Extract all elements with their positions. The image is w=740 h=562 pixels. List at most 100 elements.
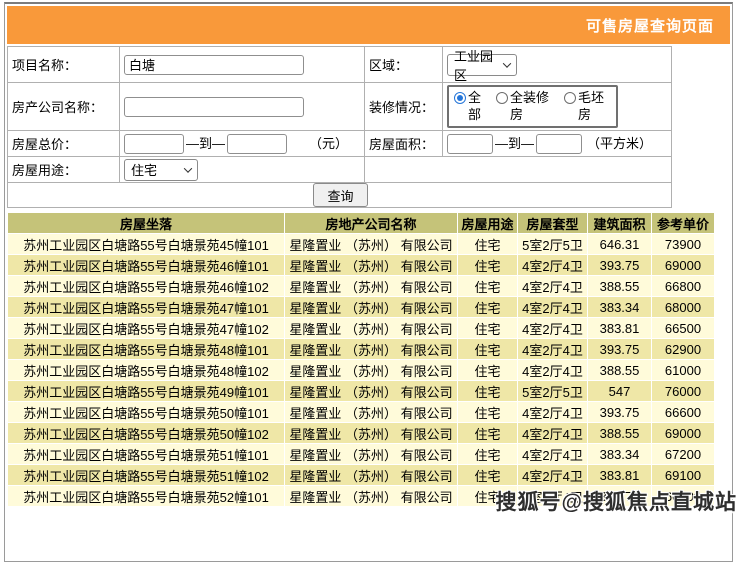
table-cell: 69000	[652, 423, 715, 444]
radio-icon[interactable]	[496, 92, 508, 104]
table-cell: 住宅	[458, 402, 518, 423]
table-cell: 62900	[652, 339, 715, 360]
table-cell: 苏州工业园区白塘路55号白塘景苑52幢101	[8, 486, 285, 507]
page-title: 可售房屋查询页面	[586, 15, 714, 36]
table-cell: 住宅	[458, 255, 518, 276]
table-cell: 苏州工业园区白塘路55号白塘景苑47幢102	[8, 318, 285, 339]
table-cell: 苏州工业园区白塘路55号白塘景苑46幢102	[8, 276, 285, 297]
table-cell: 66600	[652, 402, 715, 423]
table-cell: 383.34	[588, 297, 652, 318]
region-select[interactable]: 工业园区	[447, 54, 517, 76]
table-cell: 69100	[652, 465, 715, 486]
table-cell: 388.55	[588, 423, 652, 444]
table-cell: 4室2厅4卫	[518, 465, 588, 486]
table-cell: 住宅	[458, 360, 518, 381]
table-cell: 388.55	[588, 276, 652, 297]
table-cell: 383.81	[588, 318, 652, 339]
decoration-option-2[interactable]: 全装修房	[496, 90, 551, 124]
table-cell: 住宅	[458, 423, 518, 444]
table-row: 苏州工业园区白塘路55号白塘景苑45幢101星隆置业 （苏州） 有限公司住宅5室…	[8, 234, 715, 255]
chevron-down-icon	[184, 164, 192, 172]
table-cell: 61000	[652, 360, 715, 381]
table-cell: 星隆置业 （苏州） 有限公司	[285, 360, 458, 381]
table-cell: 住宅	[458, 339, 518, 360]
table-cell: 星隆置业 （苏州） 有限公司	[285, 255, 458, 276]
table-cell: 388.55	[588, 360, 652, 381]
table-cell: 星隆置业 （苏州） 有限公司	[285, 234, 458, 255]
table-row: 苏州工业园区白塘路55号白塘景苑49幢101星隆置业 （苏州） 有限公司住宅5室…	[8, 381, 715, 402]
table-row: 苏州工业园区白塘路55号白塘景苑48幢101星隆置业 （苏州） 有限公司住宅4室…	[8, 339, 715, 360]
table-cell: 5室2厅5卫	[518, 381, 588, 402]
table-cell: 住宅	[458, 234, 518, 255]
search-button[interactable]: 查询	[313, 183, 367, 207]
area-from-input[interactable]	[447, 134, 493, 154]
table-cell: 星隆置业 （苏州） 有限公司	[285, 381, 458, 402]
region-label: 区域：	[365, 47, 443, 83]
table-cell: 苏州工业园区白塘路55号白塘景苑48幢101	[8, 339, 285, 360]
table-cell: 星隆置业 （苏州） 有限公司	[285, 297, 458, 318]
column-header: 房屋用途	[458, 213, 518, 234]
table-cell: 69000	[652, 255, 715, 276]
table-cell: 住宅	[458, 465, 518, 486]
decoration-radio-group: 全部全装修房毛坯房	[447, 85, 618, 128]
decoration-option-1[interactable]: 全部	[454, 90, 483, 124]
table-cell: 星隆置业 （苏州） 有限公司	[285, 465, 458, 486]
usage-select-value: 住宅	[131, 160, 157, 179]
column-header: 房屋套型	[518, 213, 588, 234]
usage-label: 房屋用途：	[8, 157, 120, 183]
table-cell: 苏州工业园区白塘路55号白塘景苑50幢101	[8, 402, 285, 423]
price-range-separator: —到—	[186, 136, 225, 151]
table-cell: 苏州工业园区白塘路55号白塘景苑50幢102	[8, 423, 285, 444]
price-unit-label: （元）	[309, 136, 348, 151]
column-header: 房地产公司名称	[285, 213, 458, 234]
table-cell: 73900	[652, 234, 715, 255]
usage-select[interactable]: 住宅	[124, 159, 198, 181]
watermark: 搜狐号@搜狐焦点直城站	[496, 486, 737, 516]
table-row: 苏州工业园区白塘路55号白塘景苑50幢101星隆置业 （苏州） 有限公司住宅4室…	[8, 402, 715, 423]
results-body: 苏州工业园区白塘路55号白塘景苑45幢101星隆置业 （苏州） 有限公司住宅5室…	[8, 234, 715, 507]
table-cell: 苏州工业园区白塘路55号白塘景苑46幢101	[8, 255, 285, 276]
table-cell: 住宅	[458, 381, 518, 402]
table-cell: 住宅	[458, 297, 518, 318]
project-name-input[interactable]	[124, 55, 304, 75]
table-cell: 星隆置业 （苏州） 有限公司	[285, 276, 458, 297]
table-cell: 5室2厅5卫	[518, 234, 588, 255]
table-row: 苏州工业园区白塘路55号白塘景苑46幢102星隆置业 （苏州） 有限公司住宅4室…	[8, 276, 715, 297]
table-cell: 星隆置业 （苏州） 有限公司	[285, 402, 458, 423]
area-to-input[interactable]	[536, 134, 582, 154]
table-cell: 67200	[652, 444, 715, 465]
column-header: 房屋坐落	[8, 213, 285, 234]
table-cell: 393.75	[588, 339, 652, 360]
company-name-input[interactable]	[124, 97, 304, 117]
decoration-option-3[interactable]: 毛坯房	[564, 90, 606, 124]
table-cell: 住宅	[458, 276, 518, 297]
total-price-label: 房屋总价：	[8, 131, 120, 157]
radio-option-label: 毛坯房	[578, 90, 606, 124]
radio-selected-icon[interactable]	[454, 92, 466, 104]
query-form: 项目名称： 区域： 工业园区 房产公司名称： 装修情况： 全部全装修房毛坯房	[7, 46, 672, 208]
company-name-label: 房产公司名称：	[8, 83, 120, 131]
table-cell: 星隆置业 （苏州） 有限公司	[285, 423, 458, 444]
table-cell: 住宅	[458, 444, 518, 465]
results-table: 房屋坐落房地产公司名称房屋用途房屋套型建筑面积参考单价 苏州工业园区白塘路55号…	[7, 212, 715, 507]
table-cell: 4室2厅4卫	[518, 360, 588, 381]
price-to-input[interactable]	[227, 134, 287, 154]
table-cell: 66800	[652, 276, 715, 297]
table-row: 苏州工业园区白塘路55号白塘景苑47幢101星隆置业 （苏州） 有限公司住宅4室…	[8, 297, 715, 318]
radio-icon[interactable]	[564, 92, 576, 104]
price-from-input[interactable]	[124, 134, 184, 154]
project-name-label: 项目名称：	[8, 47, 120, 83]
table-cell: 76000	[652, 381, 715, 402]
table-row: 苏州工业园区白塘路55号白塘景苑47幢102星隆置业 （苏州） 有限公司住宅4室…	[8, 318, 715, 339]
table-cell: 4室2厅4卫	[518, 402, 588, 423]
table-cell: 646.31	[588, 234, 652, 255]
table-row: 苏州工业园区白塘路55号白塘景苑51幢101星隆置业 （苏州） 有限公司住宅4室…	[8, 444, 715, 465]
table-cell: 星隆置业 （苏州） 有限公司	[285, 486, 458, 507]
table-cell: 383.34	[588, 444, 652, 465]
column-header: 参考单价	[652, 213, 715, 234]
page-frame: 可售房屋查询页面 项目名称： 区域： 工业园区 房产公司名称： 装修情况：	[4, 2, 733, 562]
table-cell: 547	[588, 381, 652, 402]
table-cell: 68000	[652, 297, 715, 318]
table-cell: 苏州工业园区白塘路55号白塘景苑51幢102	[8, 465, 285, 486]
table-cell: 383.81	[588, 465, 652, 486]
